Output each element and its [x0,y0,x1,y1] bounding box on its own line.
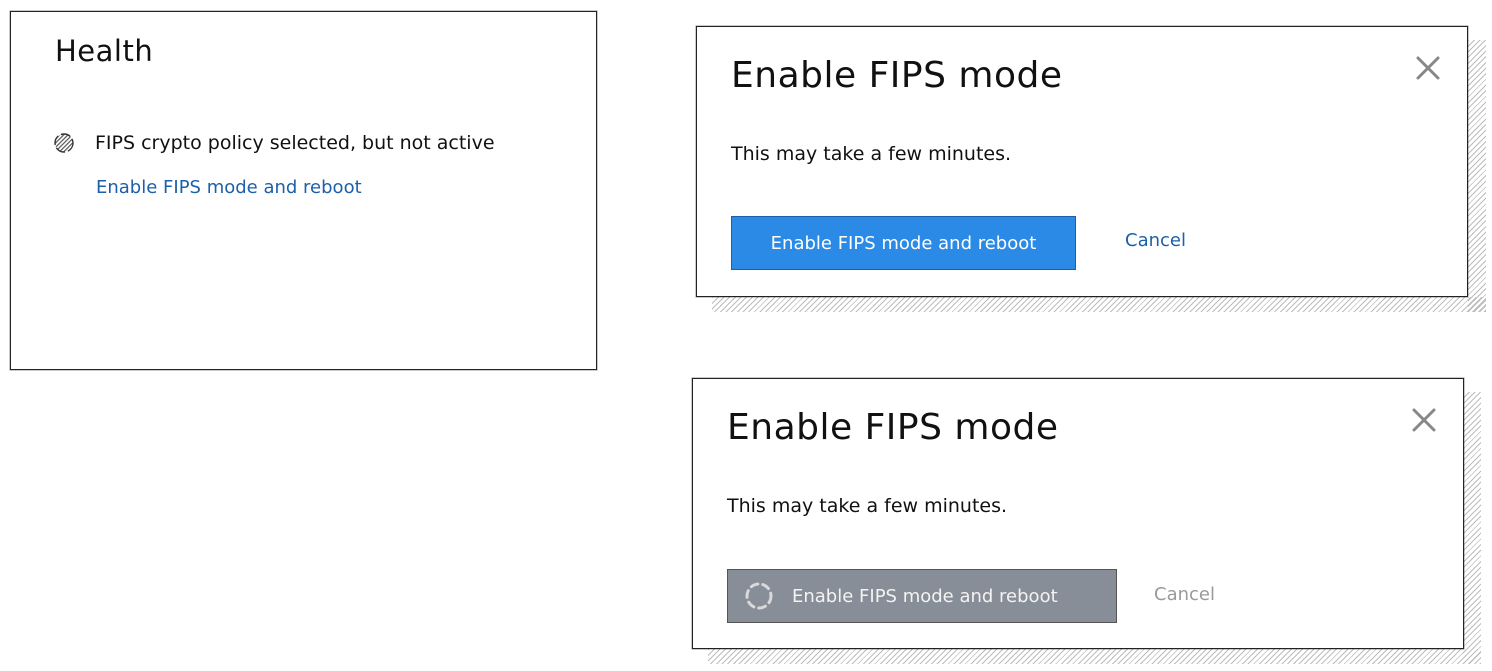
dialog-shadow [708,649,1481,664]
close-icon[interactable] [1415,55,1441,81]
health-status-row: FIPS crypto policy selected, but not act… [53,132,495,154]
enable-fips-dialog: Enable FIPS mode This may take a few min… [696,26,1468,297]
enable-fips-link[interactable]: Enable FIPS mode and reboot [96,177,362,198]
health-title: Health [55,34,154,68]
cancel-link[interactable]: Cancel [1125,230,1186,251]
loading-spinner-icon [745,582,773,610]
button-label: Enable FIPS mode and reboot [792,585,1058,607]
enable-fips-dialog-loading: Enable FIPS mode This may take a few min… [692,378,1464,649]
health-card: Health FIPS crypto policy selected, but … [10,11,597,370]
dialog-body: This may take a few minutes. [731,143,1012,165]
button-label: Enable FIPS mode and reboot [770,232,1037,254]
close-icon[interactable] [1411,407,1437,433]
cancel-link-disabled: Cancel [1154,584,1215,605]
spinner-icon [54,133,74,153]
dialog-title: Enable FIPS mode [731,55,1063,96]
dialog-body: This may take a few minutes. [727,495,1008,517]
dialog-shadow [712,297,1486,312]
enable-fips-reboot-button-disabled: Enable FIPS mode and reboot [727,569,1117,623]
dialog-shadow [1468,40,1486,312]
dialog-shadow [1463,392,1481,664]
dialog-title: Enable FIPS mode [727,407,1059,448]
enable-fips-reboot-button[interactable]: Enable FIPS mode and reboot [731,216,1076,270]
health-status-message: FIPS crypto policy selected, but not act… [95,132,495,154]
